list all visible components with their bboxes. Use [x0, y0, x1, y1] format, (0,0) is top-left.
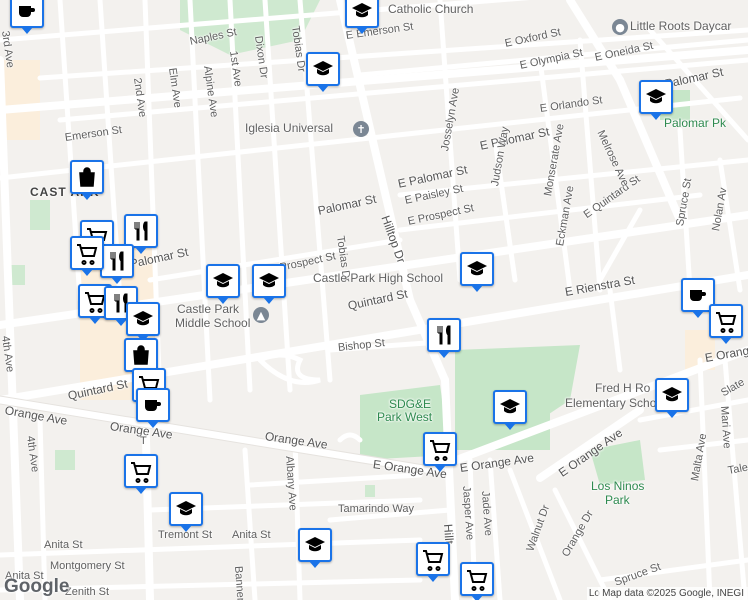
- place-label-palomar-pk[interactable]: Palomar Pk: [664, 117, 726, 129]
- shopping-bag-icon: [133, 345, 149, 365]
- coffee-icon: [690, 290, 706, 301]
- graduation-cap-icon: [352, 3, 372, 18]
- fork-knife-icon: [437, 325, 451, 345]
- restaurant-pin[interactable]: [100, 244, 134, 284]
- place-label-sdge-park[interactable]: SDG&E: [389, 398, 431, 410]
- place-label-iglesia[interactable]: Iglesia Universal: [245, 122, 333, 134]
- graduation-cap-icon: [500, 399, 520, 414]
- school-pin[interactable]: [252, 264, 286, 304]
- shopping-bag-pin[interactable]: [70, 160, 104, 200]
- graduation-cap-icon: [213, 273, 233, 288]
- shopping-cart-icon: [716, 312, 737, 333]
- street-label: Montgomery St: [50, 560, 125, 572]
- school-pin[interactable]: [639, 80, 673, 120]
- school-pin[interactable]: [460, 252, 494, 292]
- shopping-cart-icon: [430, 440, 451, 461]
- shopping-bag-icon: [79, 167, 95, 187]
- graduation-cap-icon: [259, 273, 279, 288]
- shopping-cart-icon: [467, 570, 488, 591]
- place-label-fred-h[interactable]: Fred H Ro: [595, 382, 650, 394]
- school-pin[interactable]: [206, 264, 240, 304]
- street-label: T: [140, 435, 147, 447]
- fork-knife-icon: [110, 251, 124, 271]
- graduation-cap-icon: [133, 311, 153, 326]
- place-label-little-roots[interactable]: Little Roots Daycar: [630, 20, 731, 32]
- shopping-bag-pin[interactable]: [124, 338, 158, 378]
- graduation-cap-icon: [646, 89, 666, 104]
- church-icon: ✝: [353, 121, 369, 137]
- school-pin[interactable]: [345, 0, 379, 34]
- shopping-cart-icon: [77, 244, 98, 265]
- restaurant-pin[interactable]: [124, 214, 158, 254]
- fork-knife-icon: [134, 221, 148, 241]
- school-pin[interactable]: [493, 390, 527, 430]
- coffee-pin[interactable]: [10, 0, 44, 34]
- shopping-cart-icon: [423, 550, 444, 571]
- place-label-castle-park-middle[interactable]: Castle Park: [177, 303, 239, 315]
- school-pin[interactable]: [169, 492, 203, 532]
- coffee-pin[interactable]: [136, 388, 170, 428]
- shopping-cart-pin[interactable]: [124, 454, 158, 494]
- coffee-icon: [19, 6, 35, 17]
- coffee-icon: [145, 400, 161, 411]
- graduation-cap-icon: [467, 261, 487, 276]
- graduation-cap-icon: [662, 387, 682, 402]
- place-label-castle-park-middle-2: Middle School: [175, 316, 251, 330]
- place-label-castle-park-high[interactable]: Castle Park High School: [313, 272, 443, 284]
- map-attribution[interactable]: Map data ©2025 Google, INEGI: [598, 587, 748, 600]
- street-label: Anita St: [44, 539, 83, 551]
- street-label: Zenith St: [65, 586, 110, 598]
- school-pin[interactable]: [655, 378, 689, 418]
- street-label: Tamarindo Way: [338, 503, 415, 515]
- map-canvas[interactable]: Naples St E Emerson St E Oxford St E Oly…: [0, 0, 748, 600]
- restaurant-pin[interactable]: [427, 318, 461, 358]
- school-pin[interactable]: [126, 302, 160, 342]
- shopping-cart-pin[interactable]: [423, 432, 457, 472]
- shopping-cart-pin[interactable]: [460, 562, 494, 600]
- place-label-sdge-park-2: Park West: [377, 410, 433, 424]
- place-label-los-ninos-2: Park: [605, 493, 630, 507]
- street-label: Anita St: [232, 529, 271, 541]
- school-pin[interactable]: [306, 52, 340, 92]
- graduation-cap-icon: [176, 501, 196, 516]
- graduation-cap-icon: [305, 537, 325, 552]
- daycare-icon: ●: [612, 19, 628, 35]
- school-icon: ▲: [253, 307, 269, 323]
- graduation-cap-icon: [313, 61, 333, 76]
- place-label-fred-h-2: Elementary Scho: [565, 396, 657, 410]
- school-pin[interactable]: [298, 528, 332, 568]
- place-label-los-ninos[interactable]: Los Ninos: [591, 480, 644, 492]
- shopping-cart-pin[interactable]: [416, 542, 450, 582]
- shopping-cart-pin[interactable]: [709, 304, 743, 344]
- place-label-catholic-church[interactable]: Catholic Church: [388, 3, 473, 15]
- shopping-cart-pin[interactable]: [70, 236, 104, 276]
- shopping-cart-icon: [131, 462, 152, 483]
- google-logo: Google: [4, 576, 70, 597]
